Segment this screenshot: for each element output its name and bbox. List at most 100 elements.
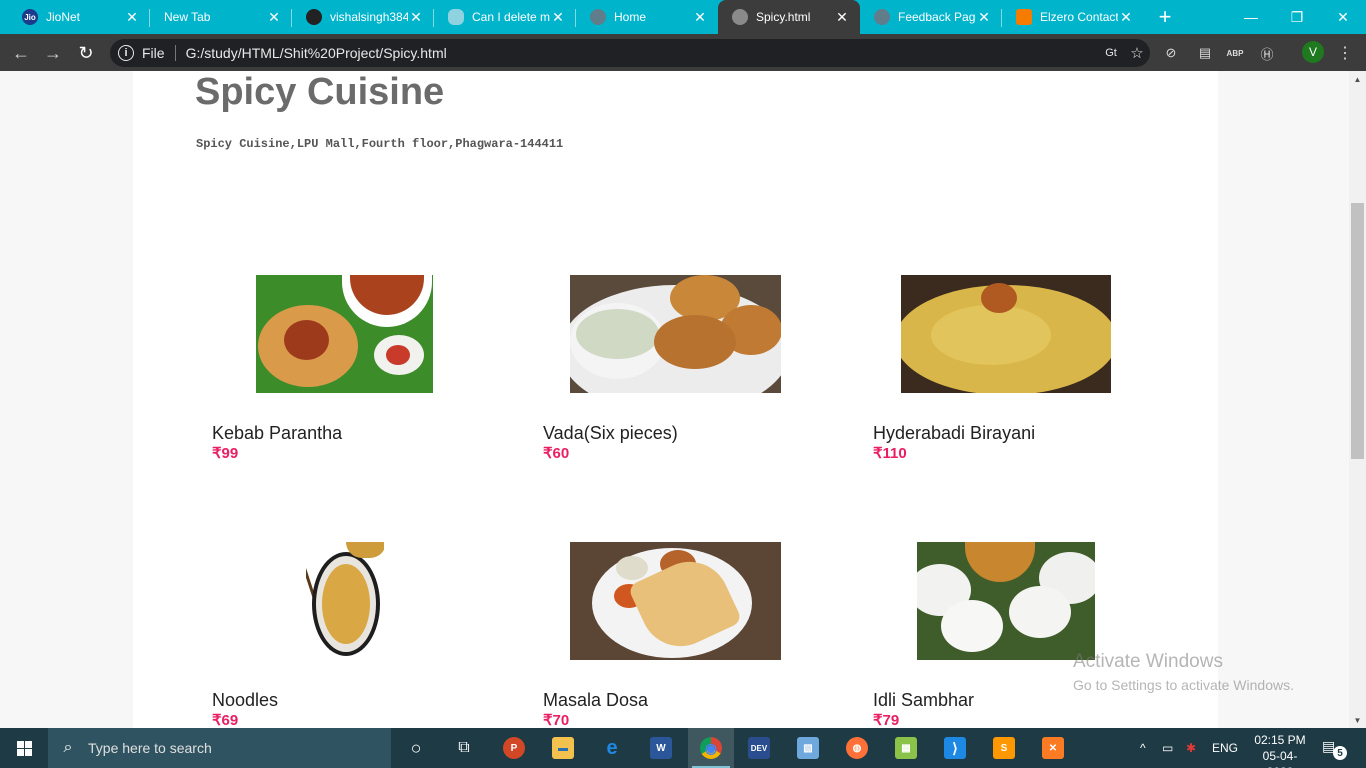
page-title: Spicy Cuisine xyxy=(195,71,445,113)
tab-can-i-delete[interactable]: Can I delete m ✕ xyxy=(434,0,576,34)
profile-avatar[interactable]: V xyxy=(1302,41,1324,63)
notification-center-icon[interactable]: ▤ 5 xyxy=(1322,738,1347,760)
tab-close-icon[interactable]: ✕ xyxy=(1118,9,1134,26)
chrome-taskbar-icon[interactable]: ◉ xyxy=(688,728,734,768)
cortana-icon[interactable]: ○ xyxy=(396,732,436,764)
github-icon xyxy=(306,9,322,25)
new-tab-button[interactable]: + xyxy=(1152,0,1178,34)
tab-title: Home xyxy=(614,10,647,24)
idli-sambhar-image[interactable] xyxy=(917,542,1095,660)
firefox-icon[interactable]: ◍ xyxy=(837,732,877,764)
taskbar-search-box[interactable]: ⌕ Type here to search xyxy=(48,728,391,768)
scheme-label: File xyxy=(142,45,165,61)
restaurant-address: Spicy Cuisine,LPU Mall,Fourth floor,Phag… xyxy=(196,137,564,151)
tab-title: Spicy.html xyxy=(756,10,811,24)
system-clock[interactable]: 02:15 PM 05-04-2020 xyxy=(1250,732,1310,768)
file-explorer-icon[interactable]: ▬ xyxy=(543,732,583,764)
tab-spicy-html[interactable]: Spicy.html ✕ xyxy=(718,0,860,34)
reload-button[interactable]: ↻ xyxy=(73,40,99,66)
item-price: ₹79 xyxy=(873,712,900,728)
tab-title: Elzero Contact xyxy=(1040,10,1118,24)
language-indicator[interactable]: ENG xyxy=(1212,728,1238,768)
xampp-icon xyxy=(1016,9,1032,25)
start-button[interactable] xyxy=(0,728,48,768)
menu-icon[interactable]: ⋮ xyxy=(1334,42,1356,64)
clock-time: 02:15 PM xyxy=(1254,733,1306,747)
adblock-icon[interactable]: ABP xyxy=(1224,42,1246,64)
tab-title: Feedback Page xyxy=(898,10,976,24)
windows-taskbar: ⌕ Type here to search ○ ⧉ P ▬ e W ◉ DEV … xyxy=(0,728,1366,768)
item-price: ₹70 xyxy=(543,712,570,728)
bookmark-star-icon[interactable]: ☆ xyxy=(1124,44,1150,62)
cloud-icon xyxy=(448,9,464,25)
page-viewport: Spicy Cuisine Spicy Cuisine,LPU Mall,Fou… xyxy=(0,71,1366,728)
spreadsheet-icon[interactable]: ▦ xyxy=(886,732,926,764)
tab-github[interactable]: vishalsingh384 ✕ xyxy=(292,0,434,34)
item-name: Vada(Six pieces) xyxy=(543,423,678,443)
battery-icon[interactable]: ▭ xyxy=(1162,728,1173,768)
address-bar[interactable]: i File G:/study/HTML/Shit%20Project/Spic… xyxy=(110,39,1150,67)
item-price: ₹110 xyxy=(873,445,907,462)
scroll-down-icon[interactable]: ▼ xyxy=(1349,712,1366,728)
task-view-icon[interactable]: ⧉ xyxy=(444,732,484,764)
extension-h-icon[interactable]: Ⓗ xyxy=(1256,42,1278,64)
activate-windows-subtext: Go to Settings to activate Windows. xyxy=(1073,677,1294,693)
page-scrollbar[interactable]: ▲ ▼ xyxy=(1349,71,1366,728)
xampp-icon[interactable]: ✕ xyxy=(1033,732,1073,764)
word-icon[interactable]: W xyxy=(641,732,681,764)
item-price: ₹99 xyxy=(212,445,239,462)
minimize-button[interactable]: — xyxy=(1228,0,1274,34)
notification-count-badge: 5 xyxy=(1333,746,1347,760)
scroll-up-icon[interactable]: ▲ xyxy=(1349,71,1366,87)
tab-home[interactable]: Home ✕ xyxy=(576,0,718,34)
network-icon[interactable]: ✱ xyxy=(1186,728,1196,768)
page-content: Spicy Cuisine Spicy Cuisine,LPU Mall,Fou… xyxy=(133,71,1218,728)
item-name: Masala Dosa xyxy=(543,690,649,710)
scrollbar-thumb[interactable] xyxy=(1351,203,1364,459)
tab-title: vishalsingh384 xyxy=(330,10,408,24)
item-name: Idli Sambhar xyxy=(873,690,975,710)
globe-icon xyxy=(874,9,890,25)
restore-button[interactable]: ❐ xyxy=(1274,0,1320,34)
tab-close-icon[interactable]: ✕ xyxy=(692,9,708,26)
windows-logo-icon xyxy=(16,740,32,756)
tab-close-icon[interactable]: ✕ xyxy=(266,9,282,26)
globe-icon xyxy=(732,9,748,25)
tab-jionet[interactable]: Jio JioNet ✕ xyxy=(8,0,150,34)
translate-icon[interactable]: Gt xyxy=(1098,47,1124,59)
powerpoint-icon[interactable]: P xyxy=(494,732,534,764)
hyderabadi-biryani-image[interactable] xyxy=(901,275,1111,393)
tab-close-icon[interactable]: ✕ xyxy=(124,9,140,26)
noodles-image[interactable] xyxy=(306,542,384,660)
tray-chevron-icon[interactable]: ^ xyxy=(1140,728,1146,768)
tab-elzero-contact[interactable]: Elzero Contact ✕ xyxy=(1002,0,1144,34)
masala-dosa-image[interactable] xyxy=(570,542,781,660)
edge-icon[interactable]: e xyxy=(592,732,632,764)
tab-close-icon[interactable]: ✕ xyxy=(408,9,424,26)
tab-close-icon[interactable]: ✕ xyxy=(550,9,566,26)
url-text[interactable]: G:/study/HTML/Shit%20Project/Spicy.html xyxy=(186,45,1098,61)
item-name: Noodles xyxy=(212,690,279,710)
extension-cart-icon[interactable]: ▤ xyxy=(1194,42,1216,64)
kebab-parantha-image[interactable] xyxy=(256,275,433,393)
extension-block-icon[interactable]: ⊘ xyxy=(1160,42,1182,64)
back-button[interactable]: ← xyxy=(8,40,34,66)
forward-button[interactable]: → xyxy=(40,40,66,66)
info-icon[interactable]: i xyxy=(118,45,134,61)
tab-title: Can I delete m xyxy=(472,10,550,24)
search-icon: ⌕ xyxy=(63,739,73,756)
activate-windows-heading: Activate Windows xyxy=(1073,651,1223,672)
close-window-button[interactable]: ✕ xyxy=(1320,0,1366,34)
tab-title: JioNet xyxy=(46,10,81,24)
tab-close-icon[interactable]: ✕ xyxy=(976,9,992,26)
vada-image[interactable] xyxy=(570,275,781,393)
sublime-text-icon[interactable]: S xyxy=(984,732,1024,764)
dev-cpp-icon[interactable]: DEV xyxy=(739,732,779,764)
tab-new-tab[interactable]: New Tab ✕ xyxy=(150,0,292,34)
vscode-icon[interactable]: ⟩ xyxy=(935,732,975,764)
tab-close-icon[interactable]: ✕ xyxy=(834,9,850,26)
tab-feedback-page[interactable]: Feedback Page ✕ xyxy=(860,0,1002,34)
tab-title: New Tab xyxy=(164,10,211,24)
notepad-icon[interactable]: ▧ xyxy=(788,732,828,764)
item-name: Kebab Parantha xyxy=(212,423,343,443)
